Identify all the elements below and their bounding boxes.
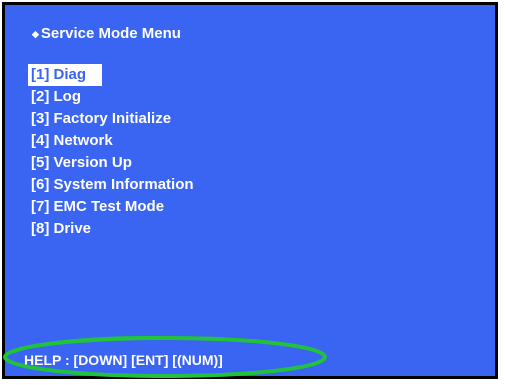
page-title: ◆ Service Mode Menu xyxy=(32,25,181,43)
menu-item-network[interactable]: [4] Network xyxy=(28,130,200,152)
menu-item-emc-test-mode[interactable]: [7] EMC Test Mode xyxy=(28,196,200,218)
menu-item-log[interactable]: [2] Log xyxy=(28,86,200,108)
menu-item-factory-initialize[interactable]: [3] Factory Initialize xyxy=(28,108,200,130)
page-title-text: Service Mode Menu xyxy=(40,25,181,42)
menu-item-version-up[interactable]: [5] Version Up xyxy=(28,152,200,174)
menu-item-diag[interactable]: [1] Diag xyxy=(28,64,102,86)
bullet-icon: ◆ xyxy=(32,29,39,39)
menu-item-drive[interactable]: [8] Drive xyxy=(28,218,200,240)
service-menu: [1] Diag [2] Log [3] Factory Initialize … xyxy=(28,64,200,240)
menu-item-system-information[interactable]: [6] System Information xyxy=(28,174,200,196)
service-mode-screen: ◆ Service Mode Menu [1] Diag [2] Log [3]… xyxy=(2,2,498,379)
help-bar: HELP : [DOWN] [ENT] [(NUM)] xyxy=(5,344,495,376)
help-text: HELP : [DOWN] [ENT] [(NUM)] xyxy=(24,352,223,368)
